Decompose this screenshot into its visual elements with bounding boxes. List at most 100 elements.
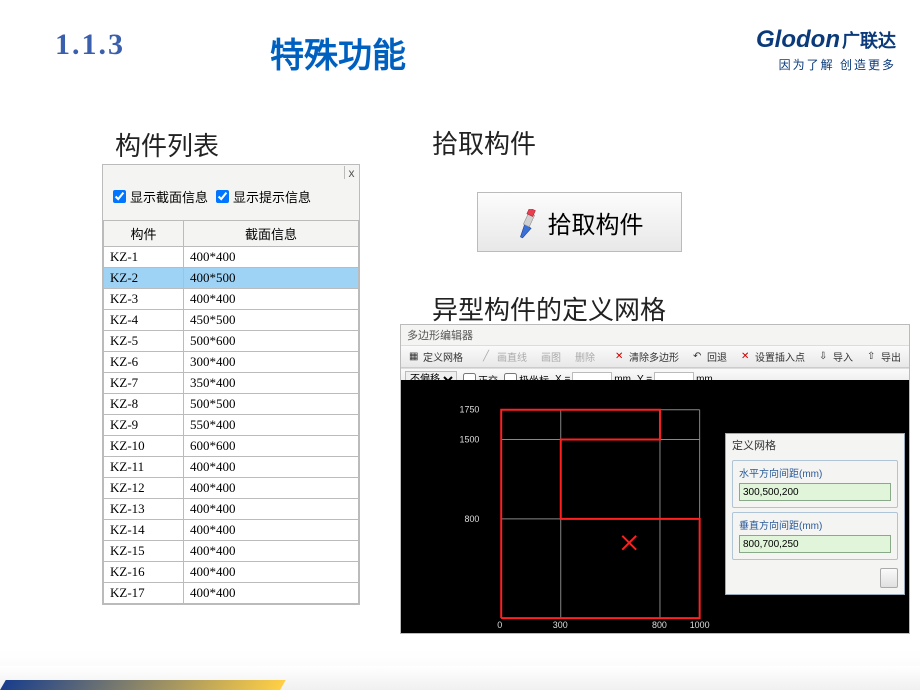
rollback-button[interactable]: ↶ 回退 — [689, 348, 731, 365]
v-spacing-label: 垂直方向间距(mm) — [739, 517, 891, 532]
dialog-ok-button[interactable] — [880, 568, 898, 588]
table-row[interactable]: KZ-9550*400 — [104, 415, 359, 436]
cell-name: KZ-8 — [104, 394, 184, 415]
brand-tagline: 因为了解 创造更多 — [756, 56, 896, 73]
table-row[interactable]: KZ-14400*400 — [104, 520, 359, 541]
table-row[interactable]: KZ-5500*600 — [104, 331, 359, 352]
cell-section: 550*400 — [184, 415, 359, 436]
delete-label: 删除 — [575, 349, 595, 364]
cell-name: KZ-6 — [104, 352, 184, 373]
set-insert-label: 设置插入点 — [755, 349, 805, 364]
clear-poly-button[interactable]: ✕ 清除多边形 — [611, 348, 683, 365]
cell-name: KZ-14 — [104, 520, 184, 541]
line-tool-button[interactable]: ╱ 画直线 — [479, 348, 531, 365]
checkbox-show-tip-input[interactable] — [216, 190, 229, 203]
svg-text:0: 0 — [497, 620, 502, 630]
table-header-row: 构件 截面信息 — [104, 221, 359, 247]
cell-name: KZ-2 — [104, 268, 184, 289]
checkbox-show-section[interactable]: 显示截面信息 — [113, 187, 208, 206]
pick-component-button[interactable]: 拾取构件 — [477, 192, 682, 252]
brand-name-cn: 广联达 — [842, 31, 896, 51]
col-section: 截面信息 — [184, 221, 359, 247]
label-pick-component: 拾取构件 — [432, 124, 536, 161]
cell-name: KZ-5 — [104, 331, 184, 352]
checkbox-show-section-input[interactable] — [113, 190, 126, 203]
brand-block: Glodon广联达 因为了解 创造更多 — [756, 26, 896, 73]
cell-section: 400*400 — [184, 289, 359, 310]
table-row[interactable]: KZ-11400*400 — [104, 457, 359, 478]
checkbox-show-tip[interactable]: 显示提示信息 — [216, 187, 311, 206]
table-row[interactable]: KZ-10600*600 — [104, 436, 359, 457]
clear-icon: ✕ — [615, 351, 627, 363]
export-button[interactable]: ⇧ 导出 — [863, 348, 905, 365]
close-icon[interactable]: x — [344, 166, 358, 179]
table-row[interactable]: KZ-1400*400 — [104, 247, 359, 268]
line-icon: ╱ — [483, 351, 495, 363]
svg-text:1750: 1750 — [460, 405, 480, 415]
define-grid-dialog: 定义网格 水平方向间距(mm) 垂直方向间距(mm) — [725, 433, 905, 595]
cell-name: KZ-9 — [104, 415, 184, 436]
import-button[interactable]: ⇩ 导入 — [815, 348, 857, 365]
table-row[interactable]: KZ-15400*400 — [104, 541, 359, 562]
cell-name: KZ-1 — [104, 247, 184, 268]
undo-icon: ↶ — [693, 351, 705, 363]
cell-name: KZ-3 — [104, 289, 184, 310]
insert-point-icon: ✕ — [741, 351, 753, 363]
cell-section: 400*400 — [184, 457, 359, 478]
table-row[interactable]: KZ-2400*500 — [104, 268, 359, 289]
cell-section: 400*400 — [184, 478, 359, 499]
dialog-footer — [726, 564, 904, 594]
v-spacing-group: 垂直方向间距(mm) — [732, 512, 898, 560]
h-spacing-group: 水平方向间距(mm) — [732, 460, 898, 508]
cell-name: KZ-13 — [104, 499, 184, 520]
table-row[interactable]: KZ-8500*500 — [104, 394, 359, 415]
cell-name: KZ-4 — [104, 310, 184, 331]
component-table: 构件 截面信息 KZ-1400*400KZ-2400*500KZ-3400*40… — [103, 220, 359, 604]
table-row[interactable]: KZ-6300*400 — [104, 352, 359, 373]
table-row[interactable]: KZ-13400*400 — [104, 499, 359, 520]
rollback-label: 回退 — [707, 349, 727, 364]
table-row[interactable]: KZ-17400*400 — [104, 583, 359, 604]
grid-toolbar-1: ▦ 定义网格 ╱ 画直线 画图 删除 ✕ 清除多边形 ↶ 回退 ✕ 设置插入点 … — [401, 345, 909, 368]
col-name: 构件 — [104, 221, 184, 247]
grid-editor-title: 多边形编辑器 — [401, 325, 909, 345]
cell-section: 500*500 — [184, 394, 359, 415]
cell-name: KZ-7 — [104, 373, 184, 394]
define-grid-label: 定义网格 — [423, 349, 463, 364]
v-spacing-input[interactable] — [739, 535, 891, 553]
svg-text:300: 300 — [553, 620, 568, 630]
delete-button[interactable]: 删除 — [571, 348, 599, 365]
pick-button-label: 拾取构件 — [548, 205, 644, 240]
table-row[interactable]: KZ-16400*400 — [104, 562, 359, 583]
set-insert-button[interactable]: ✕ 设置插入点 — [737, 348, 809, 365]
brand-name-en: Glodon — [756, 26, 840, 53]
bottom-bar — [0, 666, 920, 690]
bottom-stripe — [0, 680, 286, 690]
cell-name: KZ-10 — [104, 436, 184, 457]
checkbox-show-section-label: 显示截面信息 — [130, 187, 208, 206]
cell-name: KZ-16 — [104, 562, 184, 583]
svg-text:800: 800 — [652, 620, 667, 630]
draw-button[interactable]: 画图 — [537, 348, 565, 365]
define-grid-button[interactable]: ▦ 定义网格 — [405, 348, 467, 365]
table-row[interactable]: KZ-7350*400 — [104, 373, 359, 394]
h-spacing-input[interactable] — [739, 483, 891, 501]
line-tool-label: 画直线 — [497, 349, 527, 364]
cell-section: 400*400 — [184, 541, 359, 562]
grid-editor-panel: 多边形编辑器 ▦ 定义网格 ╱ 画直线 画图 删除 ✕ 清除多边形 ↶ 回退 ✕… — [400, 324, 910, 634]
panel-checkboxes: 显示截面信息 显示提示信息 — [103, 179, 359, 214]
cell-section: 400*400 — [184, 499, 359, 520]
cell-name: KZ-11 — [104, 457, 184, 478]
grid-icon: ▦ — [409, 351, 421, 363]
cell-section: 600*600 — [184, 436, 359, 457]
label-component-list: 构件列表 — [115, 126, 219, 163]
import-label: 导入 — [833, 349, 853, 364]
table-row[interactable]: KZ-12400*400 — [104, 478, 359, 499]
table-row[interactable]: KZ-4450*500 — [104, 310, 359, 331]
h-spacing-label: 水平方向间距(mm) — [739, 465, 891, 480]
svg-text:800: 800 — [465, 514, 480, 524]
cell-section: 400*500 — [184, 268, 359, 289]
table-row[interactable]: KZ-3400*400 — [104, 289, 359, 310]
svg-text:1000: 1000 — [690, 620, 710, 630]
export-icon: ⇧ — [867, 351, 879, 363]
